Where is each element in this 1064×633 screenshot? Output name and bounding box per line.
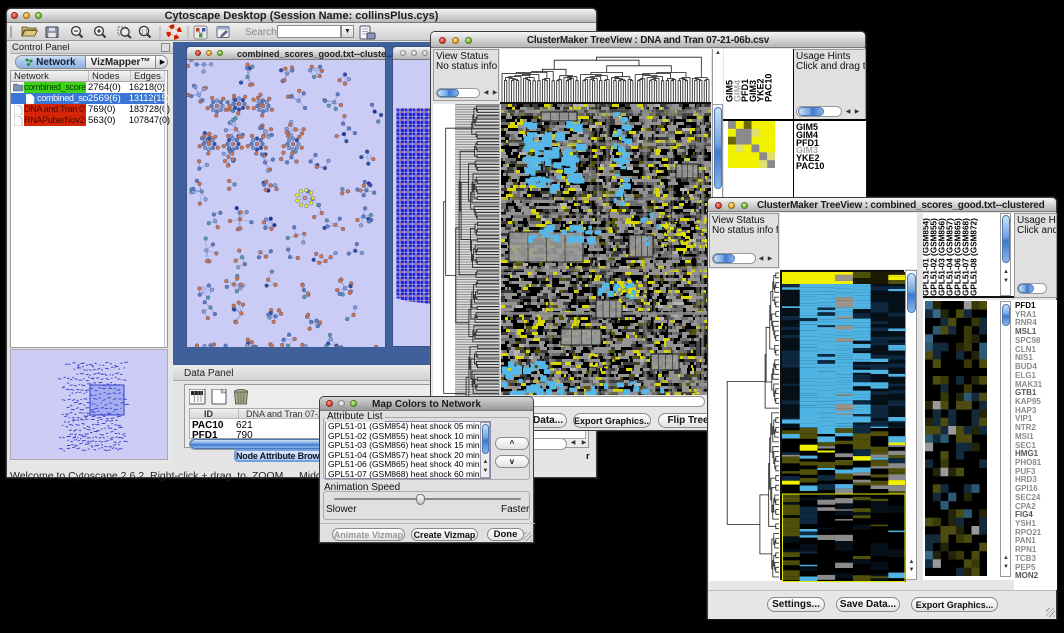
svg-text:PAC10: PAC10 — [764, 74, 774, 102]
svg-text:GPL51-08 (GSM872): GPL51-08 (GSM872) — [970, 218, 979, 296]
svg-text:1:1: 1:1 — [141, 30, 148, 36]
